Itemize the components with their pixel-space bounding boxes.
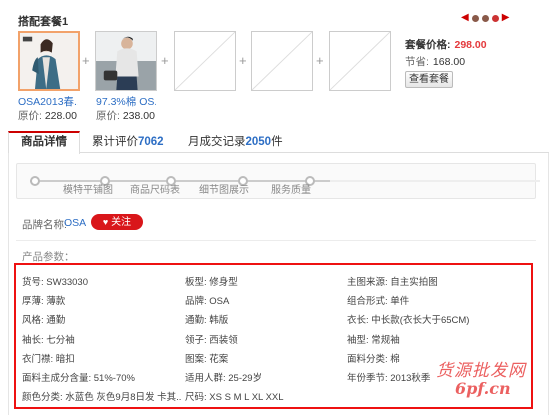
tab-reviews[interactable]: 累计评价7062 bbox=[92, 131, 164, 153]
product-photo-man bbox=[96, 32, 156, 90]
param-item: 图案: 花案 bbox=[185, 353, 229, 365]
param-item: 衣长: 中长款(衣长大于65CM) bbox=[347, 315, 470, 327]
param-item: 袖长: 七分袖 bbox=[22, 334, 75, 346]
step-detail-photos[interactable]: 细节图展示 bbox=[199, 181, 249, 196]
pager-next-button[interactable]: ▶ bbox=[502, 13, 510, 23]
pager-prev-button[interactable]: ◀ bbox=[461, 13, 469, 23]
combo-product-2-price: 原价: 238.00 bbox=[96, 110, 155, 122]
combo-pager: ◀ ▶ bbox=[461, 13, 509, 23]
watermark-url: 6pf.cn bbox=[455, 379, 511, 398]
pager-dot-active[interactable] bbox=[491, 14, 499, 22]
param-item: 颜色分类: 水蓝色 灰色9月8日发 卡其... bbox=[22, 392, 182, 404]
pager-dot[interactable] bbox=[481, 14, 489, 22]
param-item: 通勤: 韩版 bbox=[185, 315, 229, 327]
step-track-tail bbox=[330, 180, 540, 182]
plus-sign: + bbox=[239, 53, 247, 68]
param-item: 风格: 通勤 bbox=[22, 315, 66, 327]
step-size-chart[interactable]: 商品尺码表 bbox=[130, 181, 180, 196]
param-item: 领子: 西装领 bbox=[185, 334, 238, 346]
step-model-photos[interactable]: 模特平铺图 bbox=[63, 181, 113, 196]
watermark-logo: 货源批发网 bbox=[436, 361, 526, 381]
tab-monthly-sales[interactable]: 月成交记录2050件 bbox=[188, 131, 283, 153]
combo-product-1-name[interactable]: OSA2013春... bbox=[18, 94, 78, 109]
tab-product-details[interactable]: 商品详情 bbox=[8, 131, 80, 154]
combo-title: 搭配套餐1 bbox=[18, 16, 69, 28]
param-item: 厚薄: 薄款 bbox=[22, 296, 66, 308]
combo-product-1-image[interactable] bbox=[18, 31, 80, 91]
plus-sign: + bbox=[82, 53, 90, 68]
params-title: 产品参数： bbox=[22, 251, 75, 263]
combo-price: 套餐价格: 298.00 bbox=[405, 39, 487, 51]
product-photo-woman bbox=[20, 33, 78, 89]
heart-icon: ♥ bbox=[102, 217, 109, 227]
param-item: 衣门襟: 暗扣 bbox=[22, 353, 75, 365]
brand-label: 品牌名称: bbox=[22, 219, 67, 231]
view-combo-button[interactable]: 查看套餐 bbox=[405, 71, 453, 88]
plus-sign: + bbox=[161, 53, 169, 68]
step-service-quality[interactable]: 服务质量 bbox=[271, 181, 311, 196]
param-item: 袖型: 常规袖 bbox=[347, 334, 400, 346]
param-item: 主图来源: 自主实拍图 bbox=[347, 277, 438, 288]
step-start-node bbox=[30, 176, 40, 186]
section-divider bbox=[16, 240, 536, 241]
param-item: 组合形式: 单件 bbox=[347, 296, 410, 308]
param-item: 尺码: XS S M L XL XXL bbox=[185, 392, 284, 404]
detail-tabbar: 商品详情 累计评价7062 月成交记录2050件 bbox=[8, 131, 549, 154]
combo-product-1-price: 原价: 228.00 bbox=[18, 110, 77, 122]
empty-combo-slot bbox=[251, 31, 313, 91]
combo-product-2-image[interactable] bbox=[95, 31, 157, 91]
param-item: 面料主成分含量: 51%-70% bbox=[22, 373, 135, 384]
empty-combo-slot bbox=[174, 31, 236, 91]
combo-saving: 节省: 168.00 bbox=[405, 56, 466, 68]
pager-dot[interactable] bbox=[471, 14, 479, 22]
follow-label: 关注 bbox=[111, 217, 132, 228]
combo-product-2-name[interactable]: 97.3%棉 OS... bbox=[96, 94, 156, 109]
param-item: 适用人群: 25-29岁 bbox=[185, 373, 263, 384]
empty-combo-slot bbox=[329, 31, 391, 91]
plus-sign: + bbox=[316, 53, 324, 68]
brand-name-link[interactable]: OSA bbox=[64, 217, 86, 229]
param-item: 板型: 修身型 bbox=[185, 277, 238, 288]
follow-brand-button[interactable]: ♥ 关注 bbox=[91, 214, 143, 230]
param-item: 货号: SW33030 bbox=[22, 277, 88, 288]
param-item: 品牌: OSA bbox=[185, 296, 230, 308]
